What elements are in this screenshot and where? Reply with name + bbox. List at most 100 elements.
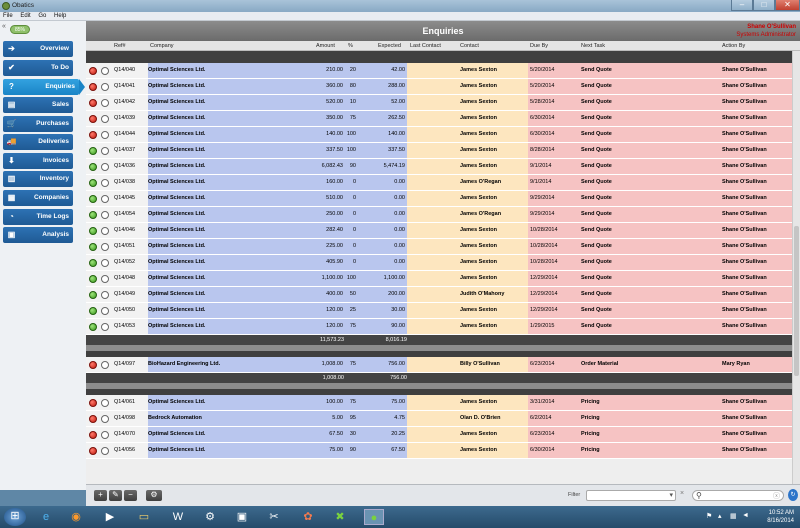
firefox-icon[interactable]: ◉ xyxy=(66,509,86,525)
select-radio[interactable] xyxy=(101,131,109,139)
table-row[interactable]: Q14/040 Optimal Sciences Ltd. 210.00 20 42.0… xyxy=(86,63,792,79)
table-row[interactable]: Q14/051 Optimal Sciences Ltd. 225.00 0 0.00 J… xyxy=(86,239,792,255)
sidebar-item-purchases[interactable]: 🛒 Purchases xyxy=(3,116,73,132)
menu-go[interactable]: Go xyxy=(35,12,49,19)
col-last-contact[interactable]: Last Contact xyxy=(410,43,441,49)
table-row[interactable]: Q14/049 Optimal Sciences Ltd. 400.00 50 200.… xyxy=(86,287,792,303)
select-radio[interactable] xyxy=(101,275,109,283)
terminal-icon[interactable]: ▣ xyxy=(232,509,252,525)
col-amount[interactable]: Amount xyxy=(316,43,335,49)
table-row[interactable]: Q14/070 Optimal Sciences Ltd. 67.50 30 20.25… xyxy=(86,427,792,443)
select-radio[interactable] xyxy=(101,195,109,203)
table-row[interactable]: Q14/056 Optimal Sciences Ltd. 75.00 90 67.50… xyxy=(86,443,792,459)
menu-file[interactable]: File xyxy=(0,12,16,19)
table-row[interactable]: Q14/061 Optimal Sciences Ltd. 100.00 75 75.0… xyxy=(86,395,792,411)
select-radio[interactable] xyxy=(101,211,109,219)
filter-select[interactable] xyxy=(586,490,676,501)
table-row[interactable]: Q14/046 Optimal Sciences Ltd. 282.40 0 0.00 J… xyxy=(86,223,792,239)
col-company[interactable]: Company xyxy=(150,43,174,49)
maximize-icon[interactable]: □ xyxy=(753,0,775,11)
table-row[interactable]: Q14/050 Optimal Sciences Ltd. 120.00 25 30.0… xyxy=(86,303,792,319)
select-radio[interactable] xyxy=(101,147,109,155)
table-row[interactable]: Q14/036 Optimal Sciences Ltd. 6,082.43 90 5,… xyxy=(86,159,792,175)
obatics-taskbar-icon[interactable]: ● xyxy=(364,509,384,525)
select-radio[interactable] xyxy=(101,115,109,123)
table-row[interactable]: Q14/098 Bedrock Automation 5.00 95 4.75 Olan … xyxy=(86,411,792,427)
select-radio[interactable] xyxy=(101,243,109,251)
select-radio[interactable] xyxy=(101,431,109,439)
user-name[interactable]: Shane O'Sullivan xyxy=(747,24,796,30)
sidebar-item-time-logs[interactable]: ◔ Time Logs xyxy=(3,209,73,225)
close-icon[interactable]: ✕ xyxy=(775,0,800,11)
table-row[interactable]: Q14/039 Optimal Sciences Ltd. 350.00 75 262.… xyxy=(86,111,792,127)
table-row[interactable]: Q14/054 Optimal Sciences Ltd. 250.00 0 0.00 J… xyxy=(86,207,792,223)
clear-search-icon[interactable]: ⓧ xyxy=(773,491,780,501)
table-row[interactable]: Q14/097 BioHazard Engineering Ltd. 1,008.0… xyxy=(86,357,792,373)
clear-filter-icon[interactable]: × xyxy=(680,490,684,497)
sync-icon[interactable]: ↻ xyxy=(788,489,798,501)
sidebar-item-inventory[interactable]: ▥ Inventory xyxy=(3,171,73,187)
sidebar-item-companies[interactable]: ▦ Companies xyxy=(3,190,73,206)
volume-icon[interactable]: ◄ xyxy=(742,512,749,519)
col-due-by[interactable]: Due By xyxy=(530,43,548,49)
paint-icon[interactable]: ✿ xyxy=(298,509,318,525)
sidebar-item-analysis[interactable]: ▣ Analysis xyxy=(3,227,73,243)
network-icon[interactable]: ▦ xyxy=(730,512,737,520)
select-radio[interactable] xyxy=(101,399,109,407)
select-radio[interactable] xyxy=(101,361,109,369)
sidebar-item-to-do[interactable]: ✔ To Do xyxy=(3,60,73,76)
select-radio[interactable] xyxy=(101,415,109,423)
folder-icon[interactable]: ▭ xyxy=(134,509,154,525)
select-radio[interactable] xyxy=(101,323,109,331)
sidebar-item-sales[interactable]: ▤ Sales xyxy=(3,97,73,113)
menu-edit[interactable]: Edit xyxy=(17,12,33,19)
table-row[interactable]: Q14/041 Optimal Sciences Ltd. 360.00 80 288.… xyxy=(86,79,792,95)
ie-icon[interactable]: e xyxy=(36,509,56,525)
media-player-icon[interactable]: ▶ xyxy=(100,509,120,525)
select-radio[interactable] xyxy=(101,163,109,171)
add-button[interactable]: + xyxy=(94,490,107,501)
col-action-by[interactable]: Action By xyxy=(722,43,745,49)
table-row[interactable]: Q14/053 Optimal Sciences Ltd. 120.00 75 90.0… xyxy=(86,319,792,335)
col-contact[interactable]: Contact xyxy=(460,43,479,49)
select-radio[interactable] xyxy=(101,179,109,187)
table-row[interactable]: Q14/044 Optimal Sciences Ltd. 140.00 100 140… xyxy=(86,127,792,143)
clock[interactable]: 10:52 AM 8/16/2014 xyxy=(767,509,794,525)
col-ref[interactable]: Ref# xyxy=(114,43,126,49)
search-input[interactable]: ⚲ ⓧ xyxy=(692,490,784,501)
sidebar-item-invoices[interactable]: ⬇ Invoices xyxy=(3,153,73,169)
xbox-icon[interactable]: ✖ xyxy=(330,509,350,525)
select-radio[interactable] xyxy=(101,259,109,267)
select-radio[interactable] xyxy=(101,99,109,107)
flag-icon[interactable]: ⚑ xyxy=(706,512,712,520)
vertical-scrollbar[interactable] xyxy=(792,51,800,484)
table-row[interactable]: Q14/045 Optimal Sciences Ltd. 510.00 0 0.00 J… xyxy=(86,191,792,207)
settings-button[interactable]: ⚙ xyxy=(146,490,162,501)
sidebar-item-deliveries[interactable]: 🚚 Deliveries xyxy=(3,134,73,150)
sidebar-item-enquiries[interactable]: ? Enquiries xyxy=(3,79,85,95)
remove-button[interactable]: − xyxy=(124,490,137,501)
table-row[interactable]: Q14/038 Optimal Sciences Ltd. 160.00 0 0.00 J… xyxy=(86,175,792,191)
sidebar-item-overview[interactable]: ➔ Overview xyxy=(3,41,73,57)
select-radio[interactable] xyxy=(101,291,109,299)
collapse-icon[interactable]: « xyxy=(2,23,6,30)
select-radio[interactable] xyxy=(101,447,109,455)
col-expected[interactable]: Expected xyxy=(378,43,401,49)
tools-icon[interactable]: ✂ xyxy=(264,509,284,525)
table-row[interactable]: Q14/052 Optimal Sciences Ltd. 405.90 0 0.00 J… xyxy=(86,255,792,271)
scrollbar-thumb[interactable] xyxy=(794,226,799,376)
word-icon[interactable]: W xyxy=(168,509,188,525)
select-radio[interactable] xyxy=(101,67,109,75)
edit-button[interactable]: ✎ xyxy=(109,490,122,501)
table-row[interactable]: Q14/037 Optimal Sciences Ltd. 337.50 100 337… xyxy=(86,143,792,159)
minimize-icon[interactable]: – xyxy=(731,0,753,11)
select-radio[interactable] xyxy=(101,227,109,235)
table-row[interactable]: Q14/048 Optimal Sciences Ltd. 1,100.00 100 1… xyxy=(86,271,792,287)
col-next-task[interactable]: Next Task xyxy=(581,43,605,49)
select-radio[interactable] xyxy=(101,83,109,91)
menu-help[interactable]: Help xyxy=(51,12,69,19)
start-icon[interactable]: ⊞ xyxy=(4,508,26,526)
col-pct[interactable]: % xyxy=(348,43,353,49)
table-row[interactable]: Q14/042 Optimal Sciences Ltd. 520.00 10 52.0… xyxy=(86,95,792,111)
gear-icon[interactable]: ⚙ xyxy=(200,509,220,525)
